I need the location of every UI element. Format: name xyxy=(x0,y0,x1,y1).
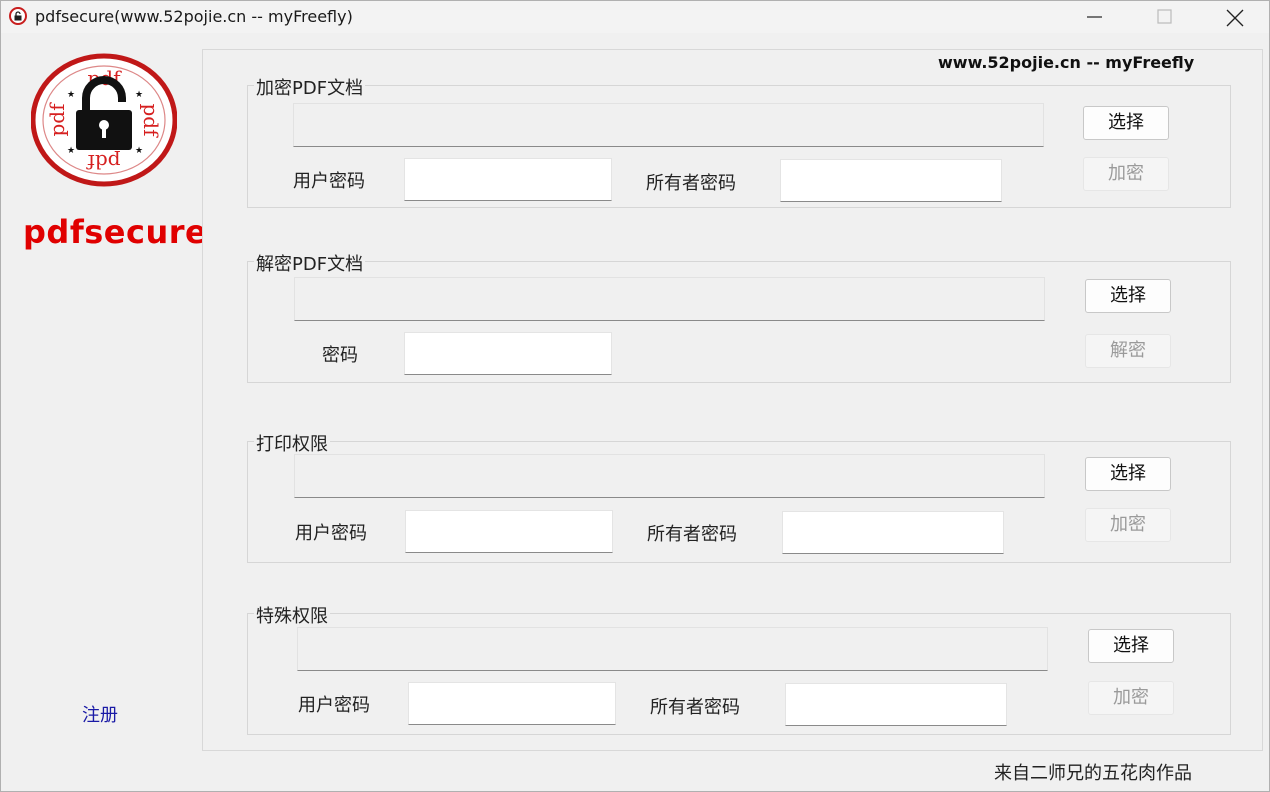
print-permission-title: 打印权限 xyxy=(254,430,330,456)
svg-text:pdf: pdf xyxy=(86,150,121,174)
print-owner-password-label: 所有者密码 xyxy=(647,524,737,545)
decrypt-button[interactable]: 解密 xyxy=(1085,334,1171,368)
decrypt-file-path-field[interactable] xyxy=(294,277,1045,321)
encrypt-owner-password-label: 所有者密码 xyxy=(646,173,736,194)
app-window: pdfsecure(www.52pojie.cn -- myFreefly) p… xyxy=(0,0,1270,792)
print-owner-password-input[interactable] xyxy=(782,511,1004,554)
special-owner-password-input[interactable] xyxy=(785,683,1007,726)
minimize-button[interactable] xyxy=(1060,1,1130,33)
svg-text:★: ★ xyxy=(135,90,143,100)
encrypt-select-button[interactable]: 选择 xyxy=(1083,106,1169,140)
register-link[interactable]: 注册 xyxy=(82,701,118,727)
decrypt-password-input[interactable] xyxy=(404,332,612,375)
encrypt-pdf-title: 加密PDF文档 xyxy=(254,74,366,100)
brand-name: pdfsecure xyxy=(23,213,208,251)
title-bar[interactable]: pdfsecure(www.52pojie.cn -- myFreefly) xyxy=(1,1,1269,33)
close-button[interactable] xyxy=(1200,1,1270,33)
decrypt-pdf-title: 解密PDF文档 xyxy=(254,250,366,276)
encrypt-file-path-field[interactable] xyxy=(293,103,1044,147)
decrypt-password-label: 密码 xyxy=(322,345,358,366)
encrypt-button[interactable]: 加密 xyxy=(1083,157,1169,191)
special-select-button[interactable]: 选择 xyxy=(1088,629,1174,663)
print-select-button[interactable]: 选择 xyxy=(1085,457,1171,491)
close-icon xyxy=(1226,9,1244,27)
print-file-path-field[interactable] xyxy=(294,454,1045,498)
special-encrypt-button[interactable]: 加密 xyxy=(1088,681,1174,715)
website-label: www.52pojie.cn -- myFreefly xyxy=(938,53,1195,72)
maximize-button[interactable] xyxy=(1130,1,1200,33)
footer-credit: 来自二师兄的五花肉作品 xyxy=(994,763,1192,784)
encrypt-user-password-label: 用户密码 xyxy=(293,171,365,192)
lock-app-icon xyxy=(9,7,27,25)
special-permission-title: 特殊权限 xyxy=(254,602,330,628)
encrypt-user-password-input[interactable] xyxy=(404,158,612,201)
svg-text:★: ★ xyxy=(135,146,143,156)
special-user-password-label: 用户密码 xyxy=(298,695,370,716)
special-owner-password-label: 所有者密码 xyxy=(650,697,740,718)
svg-text:pdf: pdf xyxy=(139,103,163,138)
print-user-password-label: 用户密码 xyxy=(295,523,367,544)
encrypt-owner-password-input[interactable] xyxy=(780,159,1002,202)
svg-text:★: ★ xyxy=(67,90,75,100)
print-encrypt-button[interactable]: 加密 xyxy=(1085,508,1171,542)
maximize-icon xyxy=(1157,9,1172,24)
left-panel: pdf pdf pdf pdf ★ ★ ★ ★ pdfsecure 注册 xyxy=(1,33,207,791)
window-title: pdfsecure(www.52pojie.cn -- myFreefly) xyxy=(35,7,353,26)
svg-text:★: ★ xyxy=(67,146,75,156)
special-user-password-input[interactable] xyxy=(408,682,616,725)
decrypt-select-button[interactable]: 选择 xyxy=(1085,279,1171,313)
minimize-icon xyxy=(1087,16,1102,18)
print-user-password-input[interactable] xyxy=(405,510,613,553)
pdfsecure-logo: pdf pdf pdf pdf ★ ★ ★ ★ xyxy=(31,53,177,187)
special-file-path-field[interactable] xyxy=(297,627,1048,671)
svg-text:pdf: pdf xyxy=(45,102,69,137)
